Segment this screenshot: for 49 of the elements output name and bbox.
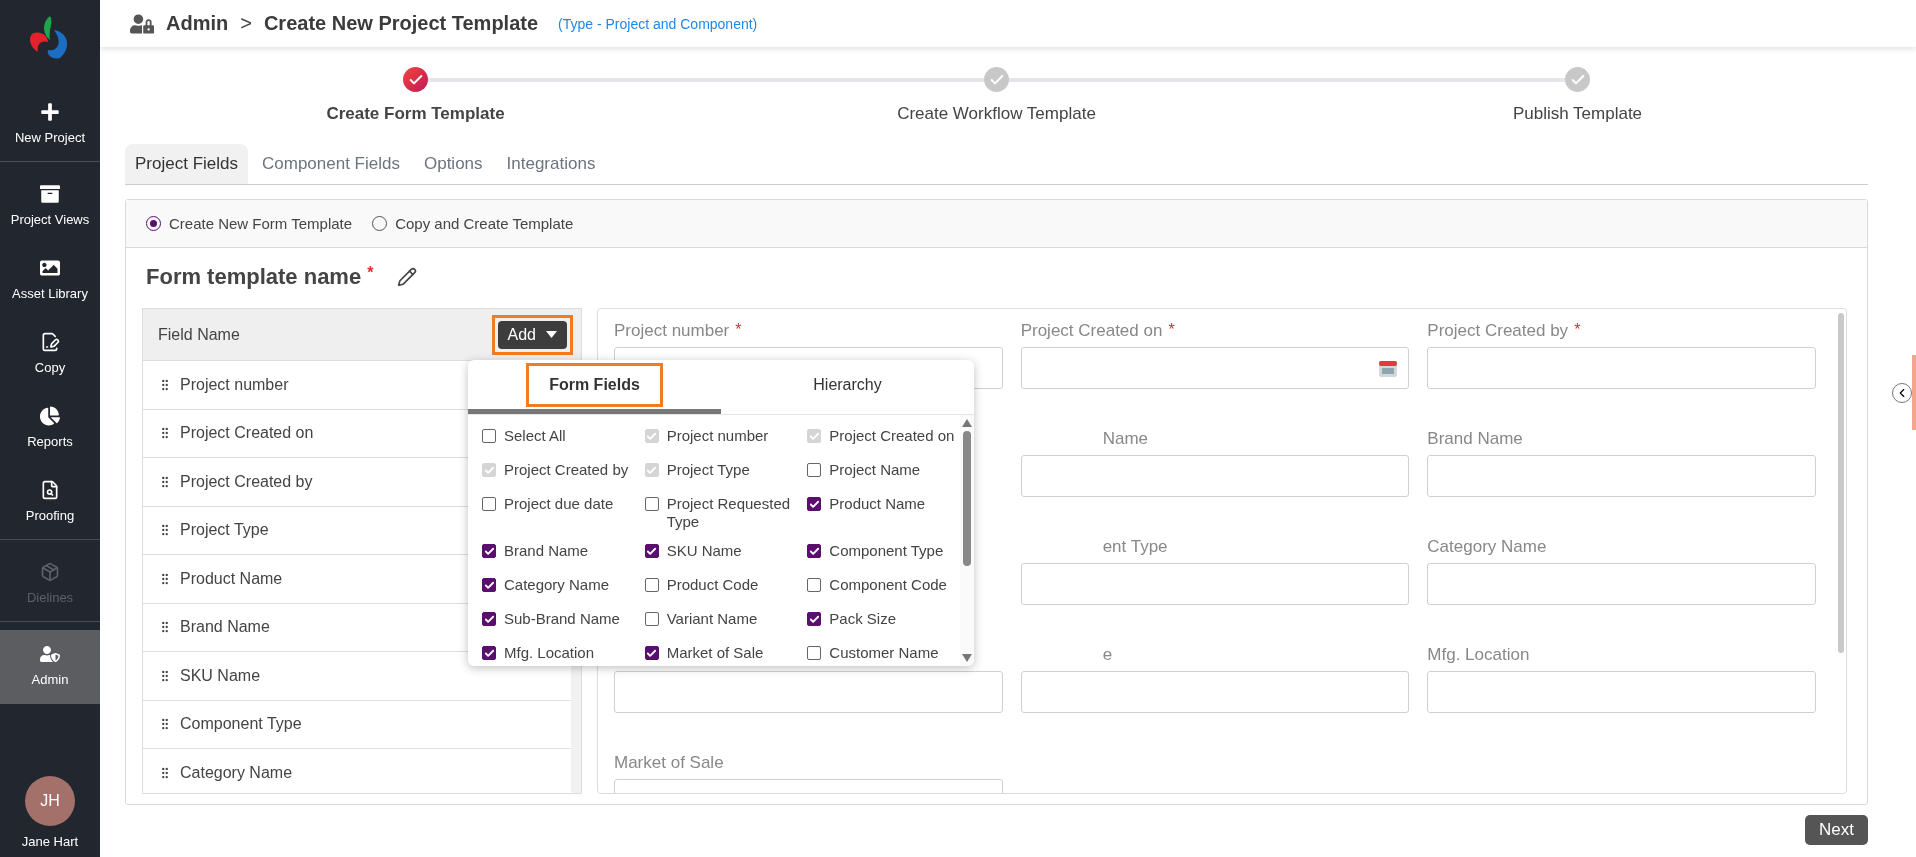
field-label: Project Created on *: [1020, 321, 1176, 341]
template-type: (Type - Project and Component): [558, 15, 758, 32]
breadcrumb-separator: >: [240, 12, 252, 35]
template-name-label: Form template name *: [146, 264, 374, 290]
field-label: Mfg. Location: [1427, 645, 1531, 665]
field-label: Brand Name: [1427, 429, 1524, 449]
step-label: Create Form Template: [326, 104, 505, 124]
option-label: Market of Sale: [666, 644, 764, 662]
option-label: Component Type: [829, 542, 944, 560]
required-mark: *: [1168, 321, 1175, 338]
step-label: Publish Template: [1512, 104, 1643, 124]
option-label: Project Name: [829, 461, 921, 479]
required-mark: *: [735, 321, 742, 338]
field-name: Project Type: [180, 521, 269, 540]
field-name: Project number: [180, 375, 289, 394]
option-label: Pack Size: [829, 610, 897, 628]
option-label: Product Name: [829, 495, 926, 513]
step-label: Create Workflow Template: [897, 104, 1096, 124]
page-title: Create New Project Template: [263, 12, 539, 35]
option-label: Project number: [666, 427, 769, 445]
required-mark: *: [367, 264, 374, 281]
field-name: Project Created by: [180, 472, 313, 491]
field-name: Product Name: [180, 569, 283, 588]
radio-label: Copy and Create Template: [395, 215, 574, 232]
option-label: Project Requested Type: [666, 495, 792, 531]
field-name: Category Name: [180, 763, 293, 782]
field-name: SKU Name: [180, 666, 261, 685]
field-label: Market of Sale: [614, 753, 725, 773]
field-label: Name: [1101, 429, 1149, 449]
user-name: Jane Hart: [20, 834, 80, 849]
option-label: Component Code: [829, 576, 947, 594]
field-label: Project number *: [614, 321, 743, 341]
radio-label: Create New Form Template: [169, 215, 353, 232]
field-name: Component Type: [180, 715, 302, 734]
option-label: Project Created on: [829, 427, 955, 445]
option-label: Product Code: [666, 576, 759, 594]
field-label: Project Created by *: [1427, 321, 1582, 341]
field-name: Project Created on: [180, 424, 314, 443]
option-label: SKU Name: [666, 542, 742, 560]
required-mark: *: [1574, 321, 1581, 338]
option-label: Customer Name: [829, 644, 939, 662]
field-label: e: [1101, 645, 1114, 665]
field-label: Category Name: [1427, 537, 1548, 557]
option-label: Project Type: [666, 461, 750, 479]
column-header: Field Name: [158, 325, 240, 344]
option-label: Variant Name: [666, 610, 758, 628]
field-label: ent Type: [1101, 537, 1169, 557]
field-name: Brand Name: [180, 618, 270, 637]
option-label: Select All: [504, 427, 566, 445]
